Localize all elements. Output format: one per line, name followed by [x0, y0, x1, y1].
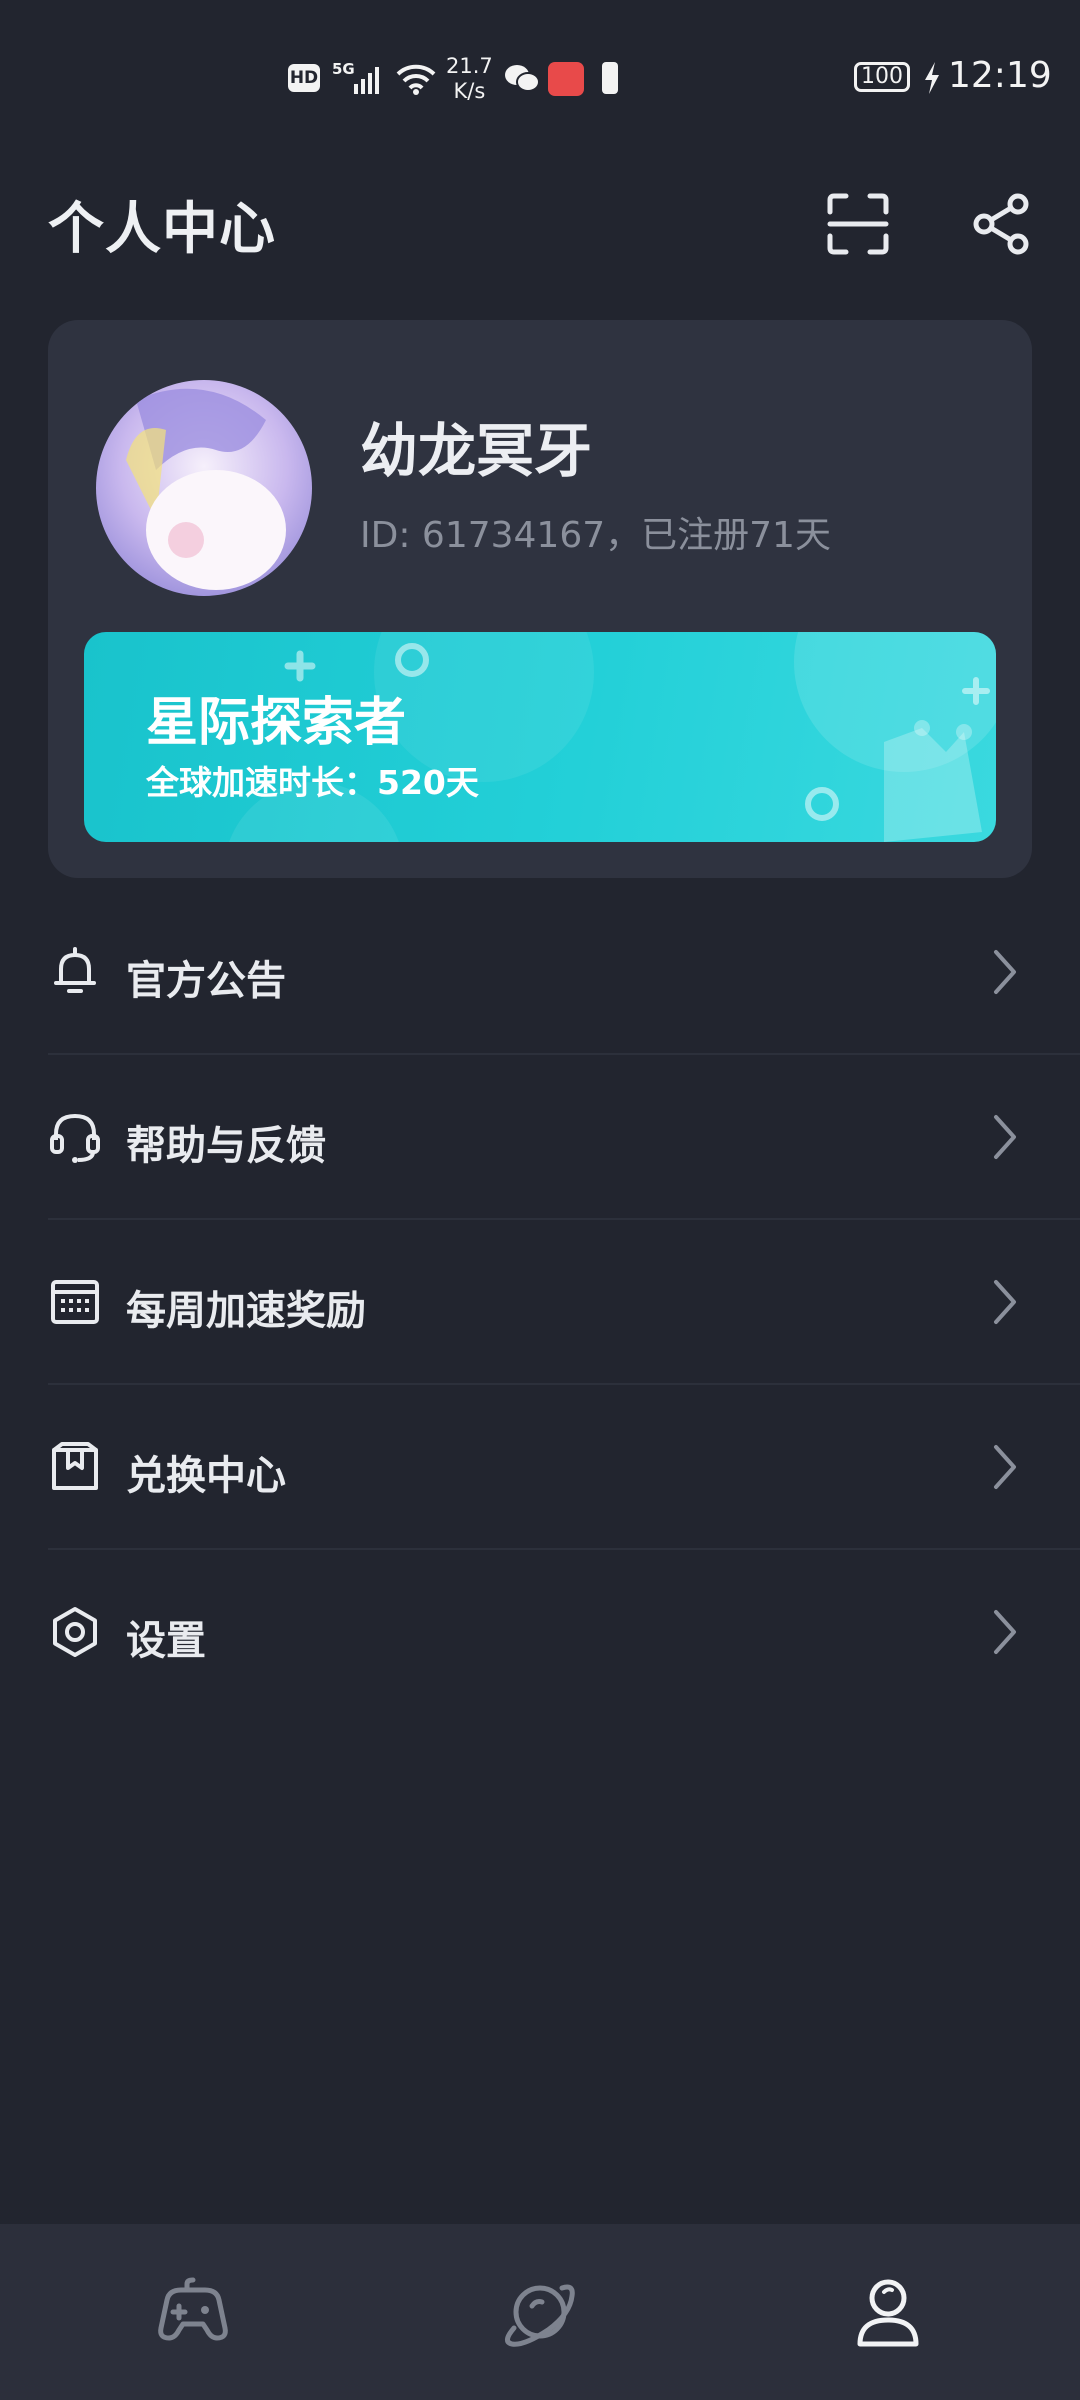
- menu-label-settings: 设置: [126, 1618, 206, 1664]
- user-id-info: ID: 61734167，已注册71天: [360, 515, 831, 556]
- page-title: 个人中心: [48, 197, 276, 262]
- chevron-right-icon: [994, 1610, 1016, 1654]
- gift-box-icon: [52, 1442, 98, 1490]
- chevron-right-icon: [994, 1280, 1016, 1324]
- net-speed-unit: K/s: [453, 79, 486, 103]
- battery-app-icon: [602, 62, 618, 94]
- signal-icon: [354, 67, 379, 94]
- planet-icon[interactable]: [492, 2264, 588, 2360]
- wechat-icon: [505, 65, 540, 92]
- share-icon[interactable]: [970, 192, 1034, 256]
- chevron-right-icon: [994, 950, 1016, 994]
- bell-icon: [54, 947, 96, 993]
- clock: 12:19: [948, 55, 1052, 96]
- wifi-icon: [396, 64, 436, 95]
- charging-icon: [925, 62, 939, 94]
- calendar-icon: [51, 1280, 99, 1324]
- net-speed-value: 21.7: [446, 54, 493, 78]
- huawei-appgallery-icon: [548, 62, 584, 96]
- hexagon-settings-icon: [53, 1607, 97, 1657]
- menu-label-announcements: 官方公告: [126, 958, 286, 1004]
- banner-subtitle: 全球加速时长：520天: [146, 763, 479, 802]
- avatar[interactable]: [96, 380, 312, 596]
- net-speed: 21.7 K/s: [446, 54, 493, 104]
- chevron-right-icon: [994, 1115, 1016, 1159]
- user-icon[interactable]: [840, 2264, 936, 2360]
- menu-label-help-feedback: 帮助与反馈: [126, 1123, 326, 1169]
- battery-level: 100: [854, 62, 910, 92]
- menu-label-weekly-reward: 每周加速奖励: [126, 1288, 366, 1334]
- banner-title: 星际探索者: [146, 693, 407, 753]
- scan-icon[interactable]: [826, 192, 890, 256]
- avatar-image: [96, 380, 312, 596]
- chevron-right-icon: [994, 1445, 1016, 1489]
- menu-label-redeem-center: 兑换中心: [126, 1453, 286, 1499]
- gamepad-icon[interactable]: [145, 2264, 241, 2360]
- hd-indicator: HD: [288, 64, 320, 92]
- headset-icon: [50, 1113, 100, 1163]
- username: 幼龙冥牙: [360, 417, 593, 485]
